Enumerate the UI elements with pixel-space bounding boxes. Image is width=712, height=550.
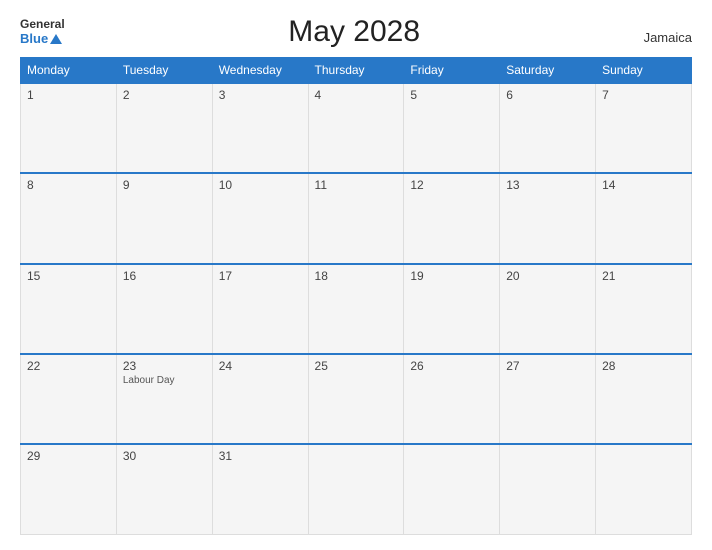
logo-blue-text: Blue xyxy=(20,31,65,47)
calendar-cell: 18 xyxy=(308,264,404,354)
day-number: 31 xyxy=(219,449,302,463)
day-number: 16 xyxy=(123,269,206,283)
calendar-cell: 15 xyxy=(21,264,117,354)
calendar-cell xyxy=(500,444,596,534)
day-number: 5 xyxy=(410,88,493,102)
calendar-title: May 2028 xyxy=(65,15,644,49)
day-number: 3 xyxy=(219,88,302,102)
calendar-week-row: 1234567 xyxy=(21,83,692,173)
col-header-sunday: Sunday xyxy=(596,58,692,84)
day-number: 21 xyxy=(602,269,685,283)
calendar-cell: 6 xyxy=(500,83,596,173)
day-number: 23 xyxy=(123,359,206,373)
day-number: 20 xyxy=(506,269,589,283)
day-number: 28 xyxy=(602,359,685,373)
day-number: 11 xyxy=(315,178,398,192)
calendar-week-row: 15 16 17 18 19 20 21 xyxy=(21,264,692,354)
calendar-cell xyxy=(404,444,500,534)
header: General Blue May 2028 Jamaica xyxy=(20,15,692,49)
calendar-cell: 30 xyxy=(116,444,212,534)
day-number: 13 xyxy=(506,178,589,192)
day-number: 10 xyxy=(219,178,302,192)
calendar-cell: 13 xyxy=(500,173,596,263)
calendar-cell: 10 xyxy=(212,173,308,263)
day-number: 12 xyxy=(410,178,493,192)
calendar-cell: 9 xyxy=(116,173,212,263)
logo-general-text: General xyxy=(20,17,65,31)
calendar-week-row: 22 23 Labour Day 24 25 26 27 28 xyxy=(21,354,692,444)
holiday-label: Labour Day xyxy=(123,375,206,386)
calendar-cell: 26 xyxy=(404,354,500,444)
col-header-thursday: Thursday xyxy=(308,58,404,84)
col-header-tuesday: Tuesday xyxy=(116,58,212,84)
calendar-cell: 31 xyxy=(212,444,308,534)
calendar-week-row: 89 10 11 12 13 14 xyxy=(21,173,692,263)
calendar-cell: 3 xyxy=(212,83,308,173)
day-number: 29 xyxy=(27,449,110,463)
day-number: 9 xyxy=(123,178,206,192)
day-number: 30 xyxy=(123,449,206,463)
day-number: 8 xyxy=(27,178,110,192)
calendar-week-row: 29 30 31 xyxy=(21,444,692,534)
col-header-friday: Friday xyxy=(404,58,500,84)
calendar-cell: 25 xyxy=(308,354,404,444)
calendar-header-row: MondayTuesdayWednesdayThursdayFridaySatu… xyxy=(21,58,692,84)
country-label: Jamaica xyxy=(644,30,692,49)
calendar-cell: 2 xyxy=(116,83,212,173)
day-number: 24 xyxy=(219,359,302,373)
calendar-table: MondayTuesdayWednesdayThursdayFridaySatu… xyxy=(20,57,692,535)
calendar-cell: 7 xyxy=(596,83,692,173)
calendar-cell: 20 xyxy=(500,264,596,354)
calendar-cell: 21 xyxy=(596,264,692,354)
calendar-cell: 14 xyxy=(596,173,692,263)
calendar-cell: 12 xyxy=(404,173,500,263)
calendar-cell: 22 xyxy=(21,354,117,444)
logo-triangle-icon xyxy=(50,34,62,44)
day-number: 25 xyxy=(315,359,398,373)
calendar-cell: 24 xyxy=(212,354,308,444)
calendar-cell xyxy=(596,444,692,534)
day-number: 4 xyxy=(315,88,398,102)
calendar-cell xyxy=(308,444,404,534)
calendar-cell: 28 xyxy=(596,354,692,444)
day-number: 2 xyxy=(123,88,206,102)
calendar-cell: 17 xyxy=(212,264,308,354)
day-number: 6 xyxy=(506,88,589,102)
day-number: 22 xyxy=(27,359,110,373)
calendar-cell: 4 xyxy=(308,83,404,173)
calendar-cell: 11 xyxy=(308,173,404,263)
col-header-saturday: Saturday xyxy=(500,58,596,84)
day-number: 15 xyxy=(27,269,110,283)
day-number: 17 xyxy=(219,269,302,283)
calendar-cell: 16 xyxy=(116,264,212,354)
day-number: 18 xyxy=(315,269,398,283)
day-number: 27 xyxy=(506,359,589,373)
calendar-cell: 8 xyxy=(21,173,117,263)
col-header-monday: Monday xyxy=(21,58,117,84)
calendar-cell: 1 xyxy=(21,83,117,173)
day-number: 7 xyxy=(602,88,685,102)
logo: General Blue xyxy=(20,17,65,47)
calendar-cell: 5 xyxy=(404,83,500,173)
col-header-wednesday: Wednesday xyxy=(212,58,308,84)
day-number: 1 xyxy=(27,88,110,102)
calendar-cell: 27 xyxy=(500,354,596,444)
day-number: 19 xyxy=(410,269,493,283)
day-number: 26 xyxy=(410,359,493,373)
calendar-cell: 29 xyxy=(21,444,117,534)
day-number: 14 xyxy=(602,178,685,192)
calendar-cell: 19 xyxy=(404,264,500,354)
calendar-cell: 23 Labour Day xyxy=(116,354,212,444)
